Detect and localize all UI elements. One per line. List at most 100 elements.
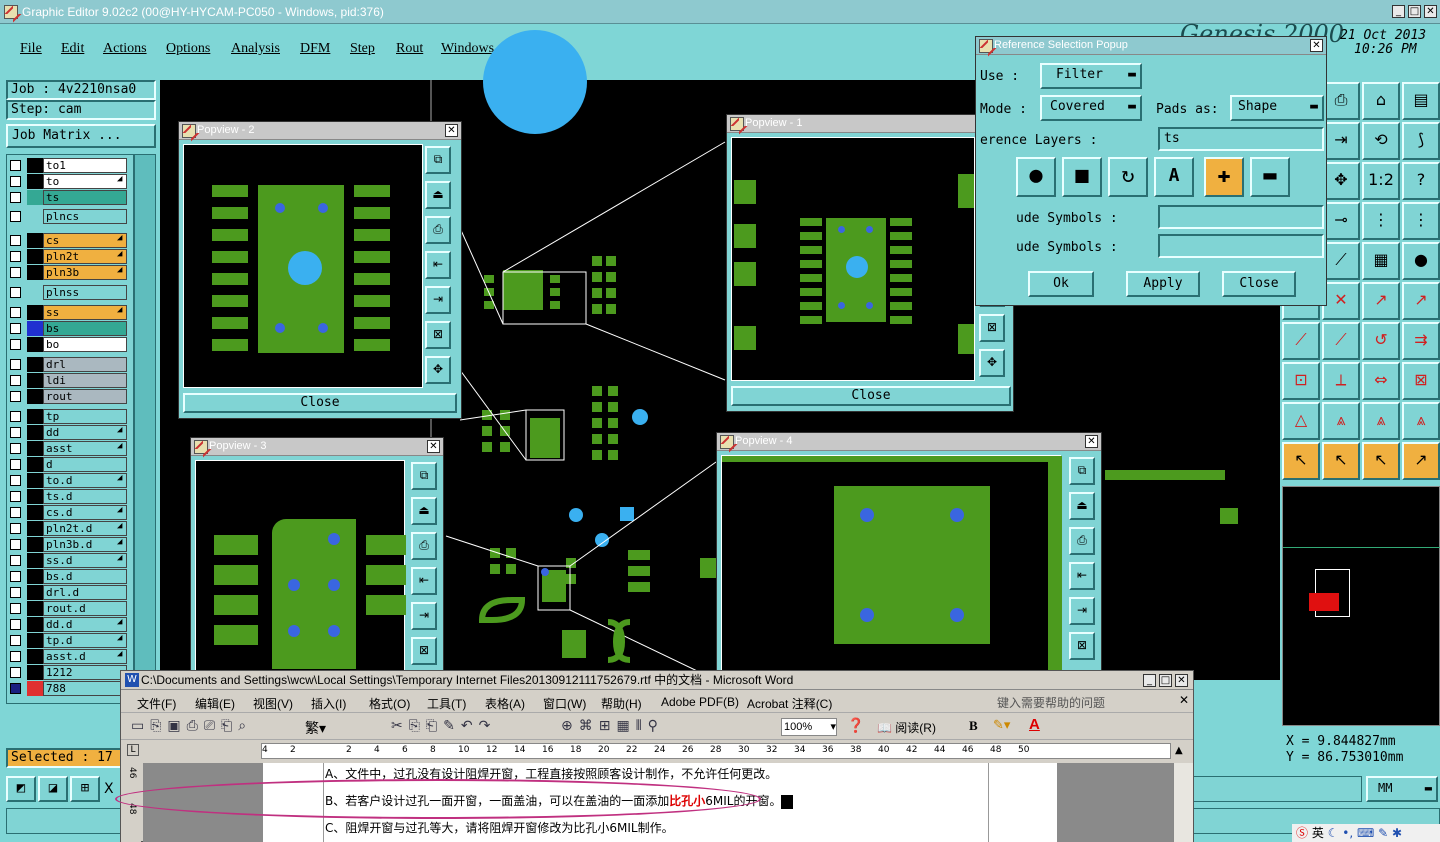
pan-up-icon[interactable]: ⏏ bbox=[425, 181, 451, 209]
layer-row-788[interactable]: 788 bbox=[7, 681, 129, 696]
layer-row-drl[interactable]: drl bbox=[7, 357, 129, 372]
zoom-fit-icon[interactable]: ⧉ bbox=[425, 146, 451, 174]
apply-button[interactable]: Apply bbox=[1126, 271, 1200, 297]
pan-down-icon[interactable]: ⎙ bbox=[411, 532, 437, 560]
dot-icon[interactable]: ● bbox=[1402, 242, 1440, 280]
popview-3-close-x[interactable]: ✕ bbox=[427, 440, 440, 453]
layer-name[interactable]: bo bbox=[43, 337, 127, 352]
menu-rout[interactable]: Rout bbox=[396, 41, 423, 57]
layer-row-ss[interactable]: ss ◢ bbox=[7, 305, 129, 320]
pen-icon[interactable]: ⟋ bbox=[1322, 242, 1360, 280]
layer-name[interactable]: dd bbox=[43, 425, 127, 440]
layer-name[interactable]: ts bbox=[43, 190, 127, 205]
word-close-button[interactable]: ✕ bbox=[1175, 674, 1188, 687]
font-color-icon[interactable]: A bbox=[1029, 716, 1040, 733]
layer-row-asst[interactable]: asst ◢ bbox=[7, 441, 129, 456]
word-menu-item[interactable]: 表格(A) bbox=[485, 695, 525, 712]
layer-row-ss.d[interactable]: ss.d ◢ bbox=[7, 553, 129, 568]
select-3-icon[interactable]: ↗ bbox=[1402, 442, 1440, 480]
overview-panel[interactable] bbox=[1282, 486, 1440, 726]
pan-icon[interactable]: ✥ bbox=[1322, 162, 1360, 200]
probe-icon[interactable]: ⊸ bbox=[1322, 202, 1360, 240]
pan-down-icon[interactable]: ⎙ bbox=[1069, 527, 1095, 555]
compare-icon[interactable]: ⊠ bbox=[1402, 362, 1440, 400]
layer-name[interactable]: asst bbox=[43, 441, 127, 456]
layer-row-ts.d[interactable]: ts.d bbox=[7, 489, 129, 504]
popview-1-close-button[interactable]: Close bbox=[731, 386, 1011, 406]
layer-row-rout.d[interactable]: rout.d bbox=[7, 601, 129, 616]
insert-icons[interactable]: ⊕⌘⊞▦⫴⚲ bbox=[561, 718, 664, 734]
save-icon[interactable]: ⎙ bbox=[1322, 82, 1360, 120]
menu-step[interactable]: Step bbox=[350, 41, 375, 57]
layer-name[interactable]: drl bbox=[43, 357, 127, 372]
ref-close-button[interactable]: Close bbox=[1222, 271, 1296, 297]
layer-name[interactable]: rout bbox=[43, 389, 127, 404]
zoom-in-icon[interactable]: ⊠ bbox=[425, 321, 451, 349]
zoom-fit-icon[interactable]: ⧉ bbox=[411, 462, 437, 490]
tab-stop-icon[interactable]: L bbox=[127, 744, 139, 756]
layer-checkbox[interactable] bbox=[10, 443, 21, 454]
layer-row-dd[interactable]: dd ◢ bbox=[7, 425, 129, 440]
word-minimize-button[interactable]: _ bbox=[1143, 674, 1156, 687]
menu-dfm[interactable]: DFM bbox=[300, 41, 330, 57]
layer-row-plnss[interactable]: plnss bbox=[7, 285, 129, 300]
horizontal-ruler[interactable]: 4 2 2 4 6 8 10 12 14 16 18 20 22 24 26 28 30 32 34 36 38 40 42… bbox=[261, 743, 1171, 759]
word-menu-item[interactable]: 文件(F) bbox=[137, 695, 176, 712]
menu-edit[interactable]: Edit bbox=[61, 41, 84, 57]
layer-checkbox[interactable] bbox=[10, 475, 21, 486]
layer-checkbox[interactable] bbox=[10, 523, 21, 534]
layer-name[interactable]: ldi bbox=[43, 373, 127, 388]
layer-name[interactable]: to bbox=[43, 174, 127, 189]
layer-row-ts[interactable]: ts bbox=[7, 190, 129, 205]
layer-checkbox[interactable] bbox=[10, 539, 21, 550]
layer-name[interactable]: cs bbox=[43, 233, 127, 248]
layer-row-1212[interactable]: 1212 bbox=[7, 665, 129, 680]
layer-name[interactable]: 1212 bbox=[43, 665, 127, 680]
pan-right-icon[interactable]: ⇥ bbox=[1069, 597, 1095, 625]
zoom-in-icon[interactable]: ⊠ bbox=[1069, 632, 1095, 660]
layer-name[interactable]: ss.d bbox=[43, 553, 127, 568]
circle-shape-icon[interactable]: ● bbox=[1016, 157, 1056, 197]
route-icon[interactable]: ⟆ bbox=[1402, 122, 1440, 160]
layer-name[interactable]: dd.d bbox=[43, 617, 127, 632]
word-menu-item[interactable]: 工具(T) bbox=[427, 695, 466, 712]
scale-icon[interactable]: 1:2 bbox=[1362, 162, 1400, 200]
layer-checkbox[interactable] bbox=[10, 683, 21, 694]
layer-row-bs.d[interactable]: bs.d bbox=[7, 569, 129, 584]
help-icon[interactable]: ❓ bbox=[847, 718, 864, 734]
square-shape-icon[interactable]: ■ bbox=[1062, 157, 1102, 197]
layer-row-pln2t[interactable]: pln2t ◢ bbox=[7, 249, 129, 264]
layer-checkbox[interactable] bbox=[10, 251, 21, 262]
reading-button[interactable]: 📖 阅读(R) bbox=[877, 719, 936, 736]
word-maximize-button[interactable]: □ bbox=[1159, 674, 1172, 687]
popview-2-view[interactable] bbox=[183, 144, 423, 388]
toolbar-icons[interactable]: ▭⎘▣⎙⎚⎗⌕ bbox=[131, 718, 252, 734]
layer-name[interactable]: d bbox=[43, 457, 127, 472]
menu-options[interactable]: Options bbox=[166, 41, 210, 57]
arc-icon[interactable]: ↺ bbox=[1362, 322, 1400, 360]
edit-shape-icon[interactable]: ◩ bbox=[6, 776, 36, 802]
word-menu-item[interactable]: 编辑(E) bbox=[195, 695, 235, 712]
draw-icon[interactable]: ⟋ bbox=[1282, 322, 1320, 360]
layer-checkbox[interactable] bbox=[10, 491, 21, 502]
word-menu-item[interactable]: Adobe PDF(B) bbox=[661, 695, 739, 709]
layer-checkbox[interactable] bbox=[10, 211, 21, 222]
layer-name[interactable]: plncs bbox=[43, 209, 127, 224]
layer-row-tp[interactable]: tp bbox=[7, 409, 129, 424]
layer-checkbox[interactable] bbox=[10, 267, 21, 278]
layer-checkbox[interactable] bbox=[10, 287, 21, 298]
ok-button[interactable]: Ok bbox=[1028, 271, 1094, 297]
include-symbols-input[interactable] bbox=[1158, 205, 1324, 229]
popview-1-view[interactable] bbox=[731, 137, 975, 381]
text-shape-icon[interactable]: A bbox=[1154, 157, 1194, 197]
popview-2-close-button[interactable]: Close bbox=[183, 393, 457, 413]
layer-name[interactable]: cs.d bbox=[43, 505, 127, 520]
word-menu-item[interactable]: 帮助(H) bbox=[601, 695, 642, 712]
layer-row-to.d[interactable]: to.d ◢ bbox=[7, 473, 129, 488]
help-close-icon[interactable]: ✕ bbox=[1179, 693, 1189, 707]
menu-analysis[interactable]: Analysis bbox=[231, 41, 280, 57]
measure-icon[interactable]: ◪ bbox=[38, 776, 68, 802]
layer-name[interactable]: to1 bbox=[43, 158, 127, 173]
mode-select[interactable]: Covered ▬ bbox=[1040, 95, 1142, 121]
layer-name[interactable]: bs bbox=[43, 321, 127, 336]
